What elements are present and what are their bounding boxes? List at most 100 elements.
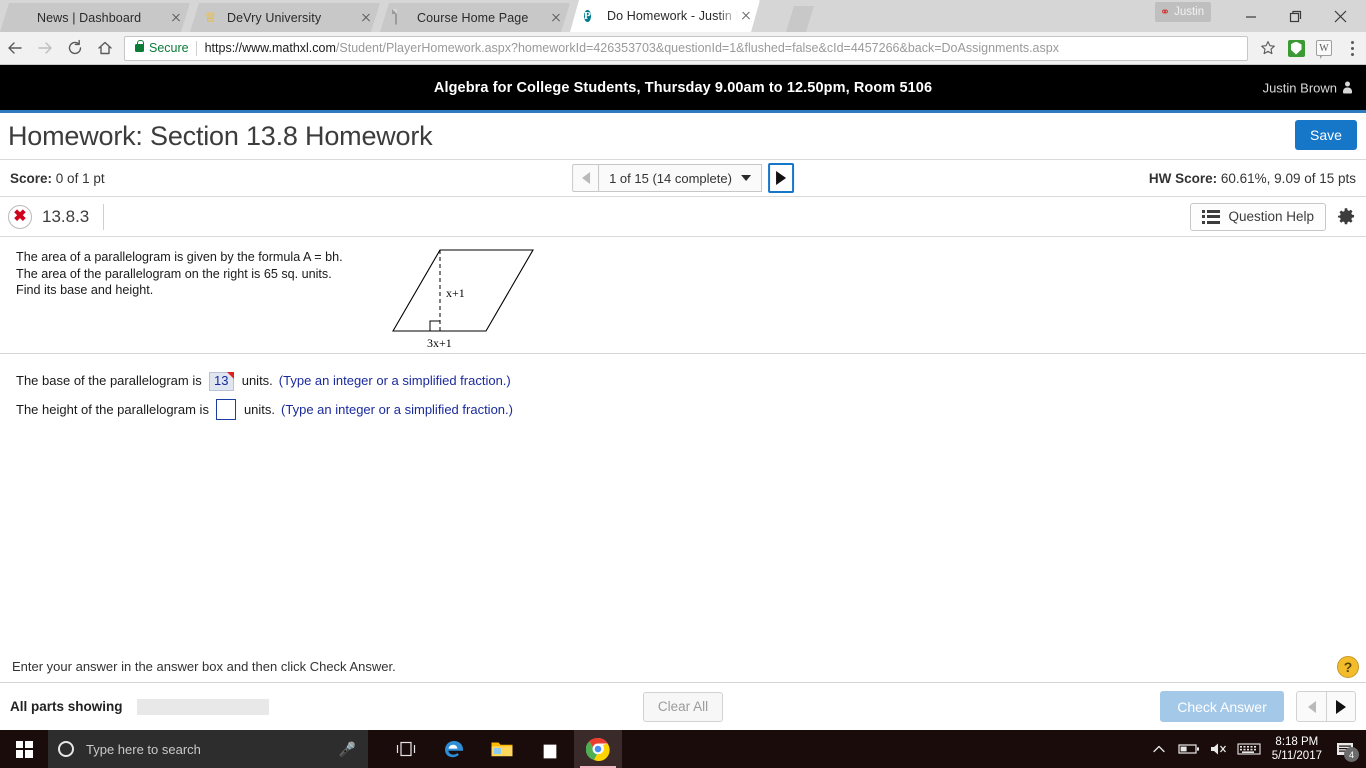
browser-tab-course-home-page[interactable]: Course Home Page xyxy=(380,3,570,32)
taskbar-microsoft-store-icon[interactable] xyxy=(526,730,574,768)
show-hidden-icons-button[interactable] xyxy=(1144,730,1174,768)
divider xyxy=(195,40,197,56)
browser-toolbar: Secure https://www.mathxl.com/Student/Pl… xyxy=(0,32,1366,65)
bookmark-star-icon[interactable] xyxy=(1254,32,1282,65)
keyboard-icon[interactable] xyxy=(1234,730,1264,768)
task-view-button[interactable] xyxy=(382,730,430,768)
save-button[interactable]: Save xyxy=(1295,120,1357,150)
reload-button[interactable] xyxy=(60,32,90,65)
close-icon[interactable] xyxy=(168,10,184,26)
tab-title: News | Dashboard xyxy=(37,10,142,25)
height-answer-input[interactable] xyxy=(215,399,236,420)
next-question-button[interactable] xyxy=(767,163,794,193)
clear-all-button[interactable]: Clear All xyxy=(643,691,723,722)
browser-tab-news-dashboard[interactable]: News | Dashboard xyxy=(0,3,190,32)
page-content: Algebra for College Students, Thursday 9… xyxy=(0,65,1366,730)
taskbar-chrome-icon[interactable] xyxy=(574,730,622,768)
close-icon[interactable] xyxy=(548,10,564,26)
chrome-menu-button[interactable] xyxy=(1338,32,1366,65)
taskbar-file-explorer-icon[interactable] xyxy=(478,730,526,768)
figure-base-label: 3x+1 xyxy=(427,336,452,350)
question-body: The area of a parallelogram is given by … xyxy=(0,237,1366,420)
score-label: Score: xyxy=(10,170,53,186)
lock-icon xyxy=(135,40,145,52)
notification-badge: 4 xyxy=(1344,747,1359,762)
browser-tab-devry-university[interactable]: ♕ DeVry University xyxy=(190,3,380,32)
parallelogram-figure: x+1 3x+1 xyxy=(355,239,545,359)
footer-next-button[interactable] xyxy=(1326,691,1356,722)
question-text-line-2: The area of the parallelogram on the rig… xyxy=(16,266,332,281)
question-text-line-3: Find its base and height. xyxy=(16,283,154,297)
volume-muted-icon[interactable] xyxy=(1204,730,1234,768)
question-number: 13.8.3 xyxy=(42,203,105,230)
all-parts-showing-label: All parts showing xyxy=(10,699,123,714)
url-text: https://www.mathxl.com/Student/PlayerHom… xyxy=(205,41,1059,55)
back-button[interactable] xyxy=(0,32,30,65)
new-tab-button[interactable] xyxy=(786,6,814,32)
progress-bar xyxy=(136,698,269,715)
taskbar-icons xyxy=(382,730,622,768)
homework-title-row: Homework: Section 13.8 Homework Save xyxy=(0,113,1366,159)
taskbar-clock[interactable]: 8:18 PM 5/11/2017 xyxy=(1264,735,1330,763)
profile-chip[interactable]: ⚭ Justin xyxy=(1155,2,1212,22)
previous-question-button[interactable] xyxy=(572,164,599,192)
tab-title: Course Home Page xyxy=(417,10,529,25)
person-icon xyxy=(1343,81,1352,94)
question-selector[interactable]: 1 of 15 (14 complete) xyxy=(598,164,762,192)
microphone-icon[interactable]: 🎤 xyxy=(339,741,356,758)
chevron-right-icon xyxy=(775,171,786,185)
extension-w-icon[interactable]: W xyxy=(1310,32,1338,65)
address-bar[interactable]: Secure https://www.mathxl.com/Student/Pl… xyxy=(124,35,1248,61)
search-input[interactable]: Type here to search 🎤 xyxy=(48,730,368,768)
footer-previous-button[interactable] xyxy=(1296,691,1326,722)
windows-taskbar: Type here to search 🎤 8:18 PM 5/11/2017 … xyxy=(0,730,1366,768)
maximize-button[interactable] xyxy=(1273,0,1318,32)
score-value: 0 of 1 pt xyxy=(55,170,105,186)
list-icon xyxy=(1201,209,1221,224)
answer-units: units. xyxy=(243,401,276,417)
question-text: The area of a parallelogram is given by … xyxy=(16,249,376,299)
close-window-button[interactable] xyxy=(1318,0,1363,32)
forward-button[interactable] xyxy=(30,32,60,65)
footer-actions: Check Answer xyxy=(1160,691,1356,722)
search-placeholder: Type here to search xyxy=(86,741,201,757)
browser-tab-do-homework[interactable]: P Do Homework - Justin B xyxy=(570,0,760,32)
devry-crest-icon: ♕ xyxy=(204,8,217,25)
clock-date: 5/11/2017 xyxy=(1271,750,1322,762)
answer-section: The base of the parallelogram is 13 unit… xyxy=(0,353,1366,424)
account-name: Justin Brown xyxy=(1262,80,1337,95)
home-button[interactable] xyxy=(90,32,120,65)
tab-title: Do Homework - Justin B xyxy=(607,9,738,23)
answer-units: units. xyxy=(241,373,273,388)
footer-nav xyxy=(1296,691,1356,722)
close-icon[interactable] xyxy=(738,8,754,24)
taskbar-edge-icon[interactable] xyxy=(430,730,478,768)
answer-hint: (Type an integer or a simplified fractio… xyxy=(281,401,513,417)
system-tray: 8:18 PM 5/11/2017 4 xyxy=(1144,730,1366,768)
minimize-button[interactable] xyxy=(1228,0,1273,32)
windows-logo-icon xyxy=(15,740,33,758)
tab-list: News | Dashboard ♕ DeVry University Cour… xyxy=(0,0,760,32)
gear-icon[interactable] xyxy=(1336,207,1356,227)
close-icon[interactable] xyxy=(358,10,374,26)
check-answer-button[interactable]: Check Answer xyxy=(1160,691,1284,722)
cortana-icon xyxy=(58,741,74,757)
notification-center-button[interactable]: 4 xyxy=(1330,730,1360,768)
battery-icon[interactable] xyxy=(1174,730,1204,768)
answer-hint: (Type an integer or a simplified fractio… xyxy=(278,373,511,388)
tab-title: DeVry University xyxy=(227,10,322,25)
footer-toolbar: All parts showing Clear All Check Answer xyxy=(0,683,1366,730)
question-help-button[interactable]: Question Help xyxy=(1189,202,1326,231)
extension-green-icon[interactable]: W xyxy=(1282,32,1310,65)
url-path: /Student/PlayerHomework.aspx?homeworkId=… xyxy=(335,41,1059,55)
base-answer-input[interactable]: 13 xyxy=(208,371,234,391)
figure-height-label: x+1 xyxy=(446,286,465,300)
question-pager: 1 of 15 (14 complete) xyxy=(572,163,794,193)
hw-score-text: HW Score: 60.61%, 9.09 of 15 pts xyxy=(1149,171,1356,186)
help-icon[interactable]: ? xyxy=(1337,656,1359,678)
answer-prefix: The base of the parallelogram is xyxy=(16,373,202,388)
course-title: Algebra for College Students, Thursday 9… xyxy=(433,79,933,96)
start-button[interactable] xyxy=(0,730,48,768)
account-menu[interactable]: Justin Brown xyxy=(1263,80,1352,95)
hw-score-value: 60.61%, 9.09 of 15 pts xyxy=(1220,170,1356,186)
